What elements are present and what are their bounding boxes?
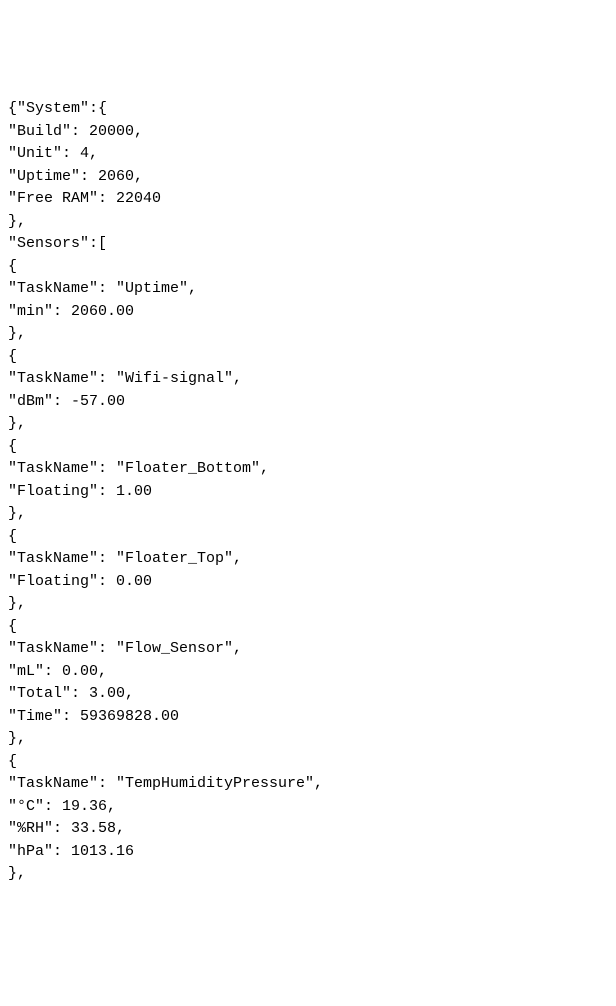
json-text-display: {"System":{ "Build": 20000, "Unit": 4, "… — [8, 98, 608, 886]
